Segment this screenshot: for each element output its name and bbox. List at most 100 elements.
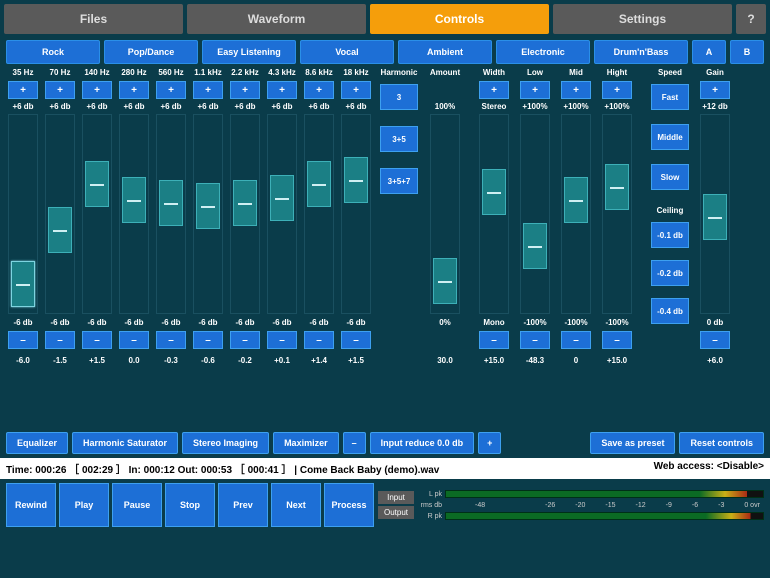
transport-stop[interactable]: Stop: [165, 483, 215, 527]
transport-prev[interactable]: Prev: [218, 483, 268, 527]
transport-next[interactable]: Next: [271, 483, 321, 527]
st-minus[interactable]: –: [479, 331, 509, 349]
transport-process[interactable]: Process: [324, 483, 374, 527]
harmonic-opt-357[interactable]: 3+5+7: [380, 168, 418, 194]
transport-pause[interactable]: Pause: [112, 483, 162, 527]
eq-plus[interactable]: +: [119, 81, 149, 99]
ab-b-button[interactable]: B: [730, 40, 764, 64]
st-fader[interactable]: [479, 114, 509, 314]
eq-fader[interactable]: [304, 114, 334, 314]
eq-hz: 18 kHz: [343, 68, 368, 78]
eq-top: +6 db: [49, 102, 70, 112]
eq-minus[interactable]: –: [45, 331, 75, 349]
preset-pop[interactable]: Pop/Dance: [104, 40, 198, 64]
amount-value: 30.0: [437, 356, 453, 366]
eq-minus[interactable]: –: [230, 331, 260, 349]
eq-bot: -6 db: [87, 318, 106, 328]
st-label: Width: [483, 68, 505, 78]
eq-fader[interactable]: [267, 114, 297, 314]
preset-easy[interactable]: Easy Listening: [202, 40, 296, 64]
st-minus[interactable]: –: [520, 331, 550, 349]
harmonic-opt-35[interactable]: 3+5: [380, 126, 418, 152]
st-fader[interactable]: [561, 114, 591, 314]
gain-top: +12 db: [702, 102, 728, 112]
eq-fader[interactable]: [156, 114, 186, 314]
transport-play[interactable]: Play: [59, 483, 109, 527]
gain-fader[interactable]: [700, 114, 730, 314]
preset-dnb[interactable]: Drum'n'Bass: [594, 40, 688, 64]
eq-minus[interactable]: –: [82, 331, 112, 349]
input-reduce-minus[interactable]: –: [343, 432, 366, 454]
preset-electronic[interactable]: Electronic: [496, 40, 590, 64]
save-preset-button[interactable]: Save as preset: [590, 432, 675, 454]
eq-fader[interactable]: [341, 114, 371, 314]
st-fader[interactable]: [602, 114, 632, 314]
eq-minus[interactable]: –: [304, 331, 334, 349]
stereo-col-2: Mid++100%-100%–0: [557, 68, 595, 428]
preset-ambient[interactable]: Ambient: [398, 40, 492, 64]
st-value: 0: [574, 356, 578, 366]
section-harm[interactable]: Harmonic Saturator: [72, 432, 178, 454]
st-minus[interactable]: –: [561, 331, 591, 349]
eq-fader[interactable]: [119, 114, 149, 314]
eq-hz: 4.3 kHz: [268, 68, 296, 78]
st-value: -48.3: [526, 356, 544, 366]
speed-fast[interactable]: Fast: [651, 84, 689, 110]
eq-plus[interactable]: +: [45, 81, 75, 99]
section-max[interactable]: Maximizer: [273, 432, 339, 454]
tab-controls[interactable]: Controls: [370, 4, 549, 34]
eq-minus[interactable]: –: [341, 331, 371, 349]
st-plus[interactable]: +: [520, 81, 550, 99]
amount-fader[interactable]: [430, 114, 460, 314]
meter-area: L pk rms db-48-26-20-15-12-9-6-30 ovr R …: [418, 483, 764, 527]
eq-minus[interactable]: –: [119, 331, 149, 349]
amount-col: Amount 100% 0% 30.0: [425, 68, 465, 428]
eq-minus[interactable]: –: [193, 331, 223, 349]
eq-top: +6 db: [345, 102, 366, 112]
eq-col-2: 140 Hz++6 db-6 db–+1.5: [80, 68, 114, 428]
eq-plus[interactable]: +: [156, 81, 186, 99]
ceiling-04[interactable]: -0.4 db: [651, 298, 689, 324]
preset-vocal[interactable]: Vocal: [300, 40, 394, 64]
ab-a-button[interactable]: A: [692, 40, 726, 64]
tab-waveform[interactable]: Waveform: [187, 4, 366, 34]
st-plus[interactable]: +: [602, 81, 632, 99]
eq-minus[interactable]: –: [267, 331, 297, 349]
eq-plus[interactable]: +: [304, 81, 334, 99]
eq-plus[interactable]: +: [82, 81, 112, 99]
help-button[interactable]: ?: [736, 4, 766, 34]
st-label: Hight: [607, 68, 627, 78]
tab-settings[interactable]: Settings: [553, 4, 732, 34]
eq-plus[interactable]: +: [230, 81, 260, 99]
input-reduce-plus[interactable]: +: [478, 432, 501, 454]
st-plus[interactable]: +: [561, 81, 591, 99]
reset-controls-button[interactable]: Reset controls: [679, 432, 764, 454]
preset-rock[interactable]: Rock: [6, 40, 100, 64]
harmonic-opt-3[interactable]: 3: [380, 84, 418, 110]
speed-slow[interactable]: Slow: [651, 164, 689, 190]
section-stereo[interactable]: Stereo Imaging: [182, 432, 269, 454]
speed-middle[interactable]: Middle: [651, 124, 689, 150]
eq-fader[interactable]: [82, 114, 112, 314]
st-minus[interactable]: –: [602, 331, 632, 349]
st-plus[interactable]: +: [479, 81, 509, 99]
eq-plus[interactable]: +: [8, 81, 38, 99]
eq-fader[interactable]: [230, 114, 260, 314]
gain-plus[interactable]: +: [700, 81, 730, 99]
eq-minus[interactable]: –: [8, 331, 38, 349]
eq-plus[interactable]: +: [193, 81, 223, 99]
eq-minus[interactable]: –: [156, 331, 186, 349]
eq-col-7: 4.3 kHz++6 db-6 db–+0.1: [265, 68, 299, 428]
eq-plus[interactable]: +: [341, 81, 371, 99]
tab-files[interactable]: Files: [4, 4, 183, 34]
eq-fader[interactable]: [8, 114, 38, 314]
gain-minus[interactable]: –: [700, 331, 730, 349]
ceiling-02[interactable]: -0.2 db: [651, 260, 689, 286]
section-eq[interactable]: Equalizer: [6, 432, 68, 454]
st-fader[interactable]: [520, 114, 550, 314]
ceiling-01[interactable]: -0.1 db: [651, 222, 689, 248]
eq-fader[interactable]: [45, 114, 75, 314]
eq-fader[interactable]: [193, 114, 223, 314]
eq-plus[interactable]: +: [267, 81, 297, 99]
transport-rewind[interactable]: Rewind: [6, 483, 56, 527]
